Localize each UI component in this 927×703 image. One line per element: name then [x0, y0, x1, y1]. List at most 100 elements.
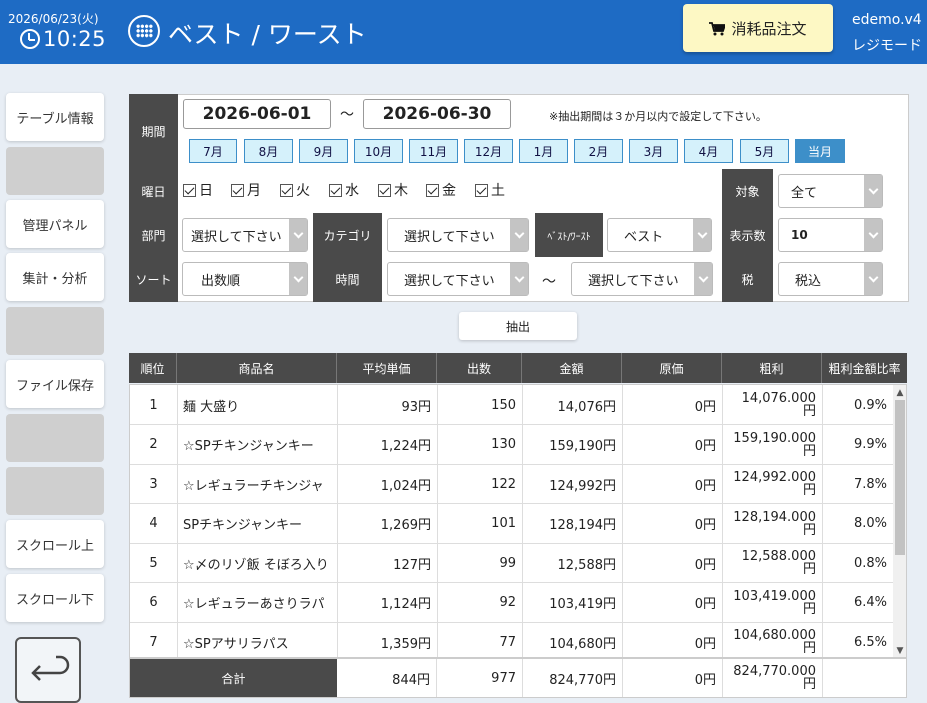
row-avg-price: 1,124円 [338, 582, 438, 623]
row-avg-price: 1,224円 [338, 424, 438, 465]
dept-select[interactable]: 選択して下さい [182, 218, 308, 252]
category-select[interactable]: 選択して下さい [387, 218, 529, 252]
weekday-checkbox-mon[interactable]: 月 [231, 180, 261, 200]
month-button[interactable]: 7月 [189, 139, 237, 163]
target-select[interactable]: 全て [778, 174, 883, 208]
row-rank: 7 [130, 622, 178, 657]
best-worst-select[interactable]: ベスト [607, 218, 712, 252]
row-product-name: ☆SPチキンジャンキー [178, 424, 338, 465]
row-count: 99 [438, 543, 523, 583]
current-month-button[interactable]: 当月 [795, 139, 845, 163]
app-mode: レジモード [852, 38, 922, 54]
col-gross-ratio[interactable]: 粗利金額比率 [822, 353, 907, 383]
sort-label: ソート [129, 257, 178, 302]
chevron-down-icon [864, 175, 882, 207]
row-product-name: 麺 大盛り [178, 385, 338, 425]
row-product-name: ☆レギュラーあさりラパ [178, 582, 338, 623]
scroll-up-arrow-icon[interactable]: ▲ [893, 387, 906, 399]
month-button[interactable]: 4月 [684, 139, 733, 163]
extract-button[interactable]: 抽出 [459, 312, 577, 340]
table-row[interactable]: 7 ☆SPアサリラパス 1,359円 77 104,680円 0円 104,680.000 円… [130, 622, 893, 657]
row-amount: 124,992円 [523, 464, 623, 504]
month-button[interactable]: 9月 [299, 139, 348, 163]
row-gross-ratio: 9.9% [853, 437, 887, 452]
col-cost[interactable]: 原価 [622, 353, 722, 383]
weekday-checkbox-fri[interactable]: 金 [426, 180, 456, 200]
row-rank: 1 [130, 385, 178, 425]
sidebar-analytics-button[interactable]: 集計・分析 [6, 253, 104, 301]
row-count: 122 [438, 464, 523, 504]
row-gross-profit: 14,076.000 円 [723, 385, 823, 425]
date-from-input[interactable]: 2026-06-01 [183, 99, 331, 129]
totals-label: 合計 [130, 659, 337, 697]
cart-icon [709, 22, 726, 36]
order-supplies-button[interactable]: 消耗品注文 [683, 4, 833, 52]
month-button[interactable]: 1月 [519, 139, 568, 163]
gross-value: 159,190.000 [733, 430, 816, 446]
row-gross-profit: 128,194.000 円 [723, 503, 823, 544]
chevron-down-icon [510, 263, 528, 295]
table-row[interactable]: 5 ☆〆のリゾ飯 そぼろ入り 127円 99 12,588円 0円 12,588.000 円 0… [130, 543, 893, 583]
sidebar-save-file-button[interactable]: ファイル保存 [6, 360, 104, 408]
gross-unit: 円 [802, 641, 816, 656]
scroll-down-arrow-icon[interactable]: ▼ [893, 645, 906, 657]
col-rank[interactable]: 順位 [129, 353, 177, 383]
scroll-down-button[interactable]: スクロール下 [6, 574, 104, 622]
header-clock: 10:25 [20, 27, 106, 51]
time-to-select[interactable]: 選択して下さい [571, 262, 713, 296]
table-row[interactable]: 3 ☆レギュラーチキンジャ 1,024円 122 124,992円 0円 124,992.0… [130, 464, 893, 504]
row-rank: 2 [130, 424, 178, 465]
month-button[interactable]: 10月 [354, 139, 403, 163]
table-row[interactable]: 1麺 大盛り 93円 150 14,076円 0円 14,076.000 円 0.9% [130, 385, 893, 425]
col-gross-profit[interactable]: 粗利 [722, 353, 822, 383]
col-avg-price[interactable]: 平均単価 [337, 353, 437, 383]
grid-menu-icon[interactable] [128, 15, 160, 47]
month-button[interactable]: 8月 [244, 139, 293, 163]
checkbox-icon [378, 183, 391, 197]
weekday-checkbox-thu[interactable]: 木 [378, 180, 408, 200]
month-button[interactable]: 2月 [574, 139, 623, 163]
tax-select[interactable]: 税込 [778, 262, 883, 296]
checkbox-icon [426, 183, 439, 197]
row-gross-ratio: 8.0% [853, 516, 887, 531]
row-amount: 159,190円 [523, 424, 623, 465]
chevron-down-icon [694, 263, 712, 295]
month-button[interactable]: 3月 [629, 139, 678, 163]
sidebar-table-info-button[interactable]: テーブル情報 [6, 93, 104, 141]
month-button[interactable]: 12月 [464, 139, 513, 163]
col-count[interactable]: 出数 [437, 353, 522, 383]
sort-select[interactable]: 出数順 [182, 262, 308, 296]
table-scrollbar[interactable]: ▲ ▼ [893, 385, 906, 657]
month-button[interactable]: 5月 [740, 139, 789, 163]
chevron-down-icon [289, 263, 307, 295]
sidebar-empty-button [6, 147, 104, 195]
scroll-up-button[interactable]: スクロール上 [6, 520, 104, 568]
weekday-text: 火 [296, 183, 310, 199]
dept-value: 選択して下さい [191, 229, 282, 245]
col-amount[interactable]: 金額 [522, 353, 622, 383]
time-from-select[interactable]: 選択して下さい [387, 262, 529, 296]
weekday-text: 日 [199, 183, 213, 199]
table-row[interactable]: 4 SPチキンジャンキー 1,269円 101 128,194円 0円 128,194.00… [130, 503, 893, 544]
sidebar-admin-panel-button[interactable]: 管理パネル [6, 200, 104, 248]
row-cost: 0円 [623, 424, 723, 465]
gross-unit: 円 [802, 562, 816, 577]
back-button[interactable] [15, 637, 81, 703]
row-amount: 103,419円 [523, 582, 623, 623]
scrollbar-thumb[interactable] [895, 400, 905, 555]
col-product-name[interactable]: 商品名 [177, 353, 337, 383]
weekday-checkbox-sun[interactable]: 日 [183, 180, 213, 200]
count-value: 10 [791, 228, 808, 242]
month-button[interactable]: 11月 [409, 139, 458, 163]
table-row[interactable]: 6 ☆レギュラーあさりラパ 1,124円 92 103,419円 0円 103,419.00… [130, 582, 893, 623]
row-avg-price: 1,359円 [338, 622, 438, 657]
gross-unit: 円 [802, 443, 816, 459]
date-to-input[interactable]: 2026-06-30 [363, 99, 511, 129]
count-select[interactable]: 10 [778, 218, 883, 252]
row-rank: 4 [130, 503, 178, 544]
row-cost: 0円 [623, 543, 723, 583]
table-row[interactable]: 2 ☆SPチキンジャンキー 1,224円 130 159,190円 0円 159,190.0… [130, 424, 893, 465]
weekday-checkbox-sat[interactable]: 土 [475, 180, 505, 200]
weekday-checkbox-tue[interactable]: 火 [280, 180, 310, 200]
weekday-checkbox-wed[interactable]: 水 [329, 180, 359, 200]
